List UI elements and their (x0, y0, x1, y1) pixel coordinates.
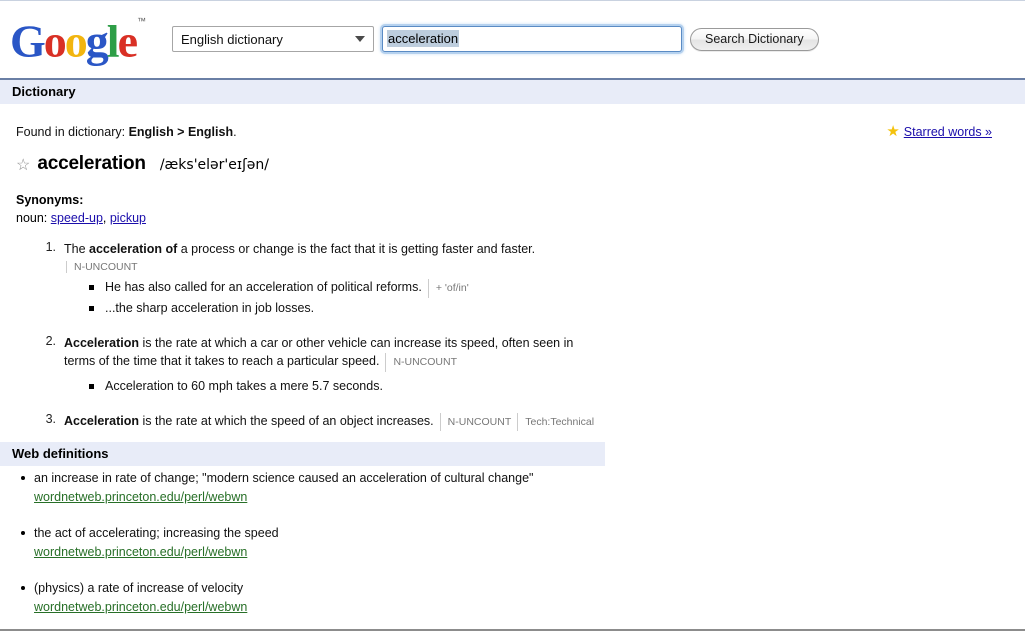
synonym-link-1[interactable]: speed-up (51, 211, 103, 225)
list-item: (physics) a rate of increase of velocity… (21, 580, 634, 614)
definition-body: The acceleration of a process or change … (64, 240, 606, 318)
definition-text-part-bold: Acceleration (64, 335, 140, 350)
synonyms-pos: noun: (16, 211, 48, 225)
web-definition-text: the act of accelerating; increasing the … (34, 526, 279, 540)
synonyms-list: noun: speed-up, pickup (16, 211, 146, 225)
google-logo-text: Google™ (10, 11, 160, 67)
example-list: Acceleration to 60 mph takes a mere 5.7 … (64, 377, 606, 396)
logo-letter-e: e (117, 15, 138, 67)
web-definition-source-link[interactable]: wordnetweb.princeton.edu/perl/webwn (34, 600, 247, 614)
example-text: He has also called for an acceleration o… (105, 279, 422, 294)
synonyms-separator: , (102, 211, 110, 225)
domain-tag: Tech:Technical (517, 412, 594, 431)
found-in-dictionary: Found in dictionary: English > English. (16, 125, 237, 139)
example-text: ...the sharp acceleration in job losses. (105, 300, 315, 315)
headword-row: ☆ acceleration /æks'elər'eɪʃən/ (16, 153, 269, 175)
definition-text-part: a process or change is the fact that it … (177, 242, 536, 256)
google-logo[interactable]: Google™ (10, 11, 160, 67)
logo-letter-o1: o (43, 15, 67, 67)
definition-text-part: The (64, 242, 90, 256)
page-title: acceleration (37, 153, 146, 174)
starred-words-link[interactable]: Starred words » (904, 125, 992, 139)
trademark-mark: ™ (136, 16, 146, 26)
definition-body: Acceleration is the rate at which a car … (64, 334, 606, 396)
synonym-link-2[interactable]: pickup (110, 211, 146, 225)
web-definitions-list: an increase in rate of change; "modern s… (16, 470, 634, 635)
example-text: Acceleration to 60 mph takes a mere 5.7 … (105, 378, 383, 393)
found-suffix: . (233, 125, 237, 139)
definition-number: 2. (45, 333, 56, 348)
list-item: an increase in rate of change; "modern s… (21, 470, 634, 504)
dictionary-section-title: Dictionary (12, 84, 76, 99)
definition-text-part-bold: acceleration of (89, 242, 178, 256)
logo-letter-g1: G (10, 15, 46, 67)
web-definition-source-link[interactable]: wordnetweb.princeton.edu/perl/webwn (34, 490, 247, 504)
language-select[interactable]: English dictionary (172, 26, 374, 52)
header-content: Google™ English dictionary acceleration … (10, 11, 819, 67)
example-item: ...the sharp acceleration in job losses. (89, 299, 606, 318)
example-list: He has also called for an acceleration o… (64, 278, 606, 318)
definition-text: Acceleration is the rate at which the sp… (64, 412, 606, 431)
definition-number: 1. (45, 240, 56, 254)
starred-words[interactable]: ★ Starred words » (886, 124, 992, 139)
web-definition-text: an increase in rate of change; "modern s… (34, 471, 534, 485)
web-definitions-title: Web definitions (12, 446, 109, 461)
web-definitions-section-bar: Web definitions (0, 442, 605, 466)
logo-letter-g2: g (85, 15, 109, 67)
phonetic-transcription: /æks'elər'eɪʃən/ (159, 157, 269, 173)
page-bottom-divider (0, 629, 1025, 631)
star-filled-icon: ★ (886, 123, 900, 140)
web-definition-text: (physics) a rate of increase of velocity (34, 581, 244, 595)
logo-letter-o2: o (64, 15, 88, 67)
search-input-wrapper: acceleration (382, 26, 682, 52)
found-path: English > English (128, 125, 234, 139)
definition-number: 3. (45, 411, 56, 426)
definition-text: The acceleration of a process or change … (64, 240, 606, 259)
synonyms-heading: Synonyms: (16, 193, 84, 207)
example-item: Acceleration to 60 mph takes a mere 5.7 … (89, 377, 606, 396)
search-input[interactable] (382, 26, 682, 52)
list-item: the act of accelerating; increasing the … (21, 525, 634, 559)
definition-text-part: is the rate at which a car or other vehi… (64, 335, 574, 369)
grammar-tag: N-UNCOUNT (66, 260, 606, 273)
star-outline-icon[interactable]: ☆ (16, 158, 30, 174)
dictionary-section-bar: Dictionary (0, 80, 1025, 104)
example-item: He has also called for an acceleration o… (89, 278, 606, 298)
page-header: Google™ English dictionary acceleration … (0, 1, 1025, 78)
example-tag: + 'of/in' (427, 278, 469, 298)
grammar-tag: N-UNCOUNT (439, 412, 511, 431)
definition-body: Acceleration is the rate at which the sp… (64, 412, 606, 431)
definition-text-part: is the rate at which the speed of an obj… (139, 413, 434, 428)
definition-item: 1. The acceleration of a process or chan… (36, 240, 606, 318)
definition-item: 2. Acceleration is the rate at which a c… (36, 334, 606, 396)
language-select-value: English dictionary (181, 31, 283, 47)
search-dictionary-button[interactable]: Search Dictionary (690, 27, 819, 51)
found-prefix: Found in dictionary: (16, 125, 129, 139)
logo-letter-l: l (106, 15, 120, 67)
definition-item: 3. Acceleration is the rate at which the… (36, 411, 606, 431)
definition-text-part-bold: Acceleration (64, 413, 140, 428)
web-definition-source-link[interactable]: wordnetweb.princeton.edu/perl/webwn (34, 545, 247, 559)
chevron-down-icon (355, 36, 365, 42)
grammar-tag: N-UNCOUNT (385, 353, 457, 372)
definition-text: Acceleration is the rate at which a car … (64, 334, 606, 372)
definitions-list: 1. The acceleration of a process or chan… (36, 240, 606, 444)
